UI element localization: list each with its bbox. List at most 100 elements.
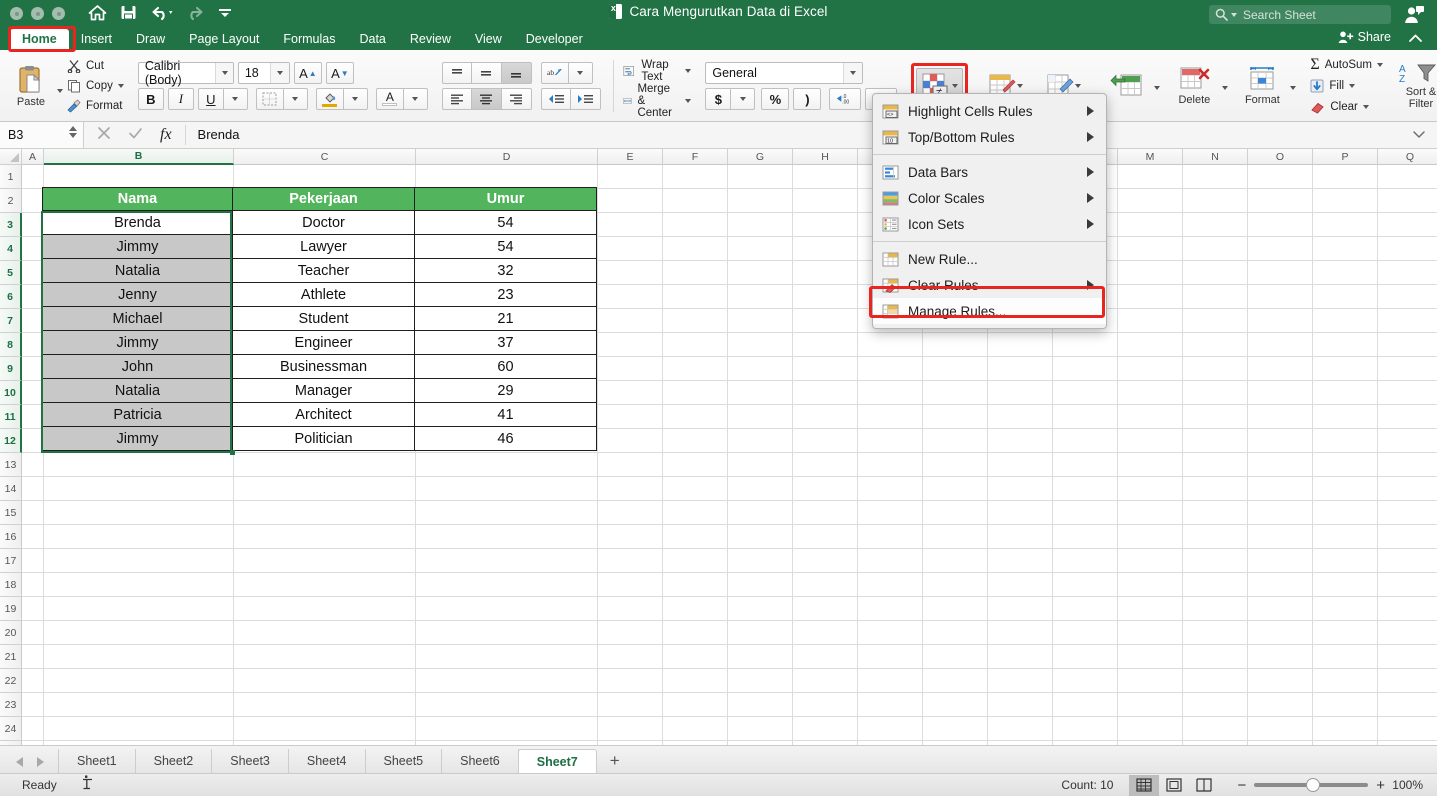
row-header-12[interactable]: 12 bbox=[0, 429, 22, 453]
increase-font-size-button[interactable]: A ▲ bbox=[293, 62, 322, 84]
orientation-dropdown-icon[interactable] bbox=[568, 62, 593, 84]
zoom-control[interactable]: − + bbox=[1219, 777, 1385, 794]
fill-dropdown-icon[interactable] bbox=[1349, 84, 1356, 88]
table-row[interactable]: Jimmy Politician 46 bbox=[42, 426, 597, 451]
delete-cells-button[interactable]: Delete bbox=[1168, 66, 1220, 106]
select-all-corner[interactable] bbox=[0, 149, 22, 165]
row-header-22[interactable]: 22 bbox=[0, 669, 22, 693]
insert-function-icon[interactable]: fx bbox=[160, 126, 172, 144]
row-header-24[interactable]: 24 bbox=[0, 717, 22, 741]
increase-indent-button[interactable] bbox=[570, 88, 601, 110]
row-header-18[interactable]: 18 bbox=[0, 573, 22, 597]
row-header-15[interactable]: 15 bbox=[0, 501, 22, 525]
merge-center-dropdown-icon[interactable] bbox=[685, 99, 692, 103]
column-header-P[interactable]: P bbox=[1313, 149, 1378, 165]
bold-button[interactable]: B bbox=[137, 88, 164, 110]
tab-view[interactable]: View bbox=[463, 29, 514, 49]
table-cell-umur[interactable]: 29 bbox=[414, 378, 597, 403]
table-cell-pekerjaan[interactable]: Manager bbox=[232, 378, 415, 403]
table-cell-pekerjaan[interactable]: Doctor bbox=[232, 210, 415, 235]
autosum-dropdown-icon[interactable] bbox=[1377, 63, 1383, 67]
decrease-font-size-button[interactable]: A ▼ bbox=[325, 62, 354, 84]
row-header-11[interactable]: 11 bbox=[0, 405, 22, 429]
table-cell-umur[interactable]: 46 bbox=[414, 426, 597, 451]
column-header-E[interactable]: E bbox=[598, 149, 663, 165]
tab-draw[interactable]: Draw bbox=[124, 29, 177, 49]
row-header-17[interactable]: 17 bbox=[0, 549, 22, 573]
table-cell-pekerjaan[interactable]: Teacher bbox=[232, 258, 415, 283]
tab-developer[interactable]: Developer bbox=[514, 29, 595, 49]
page-layout-view-button[interactable] bbox=[1159, 775, 1189, 796]
sheet-tab-sheet4[interactable]: Sheet4 bbox=[287, 749, 366, 773]
row-header-1[interactable]: 1 bbox=[0, 165, 22, 189]
table-cell-nama[interactable]: Michael bbox=[42, 306, 233, 331]
align-left-button[interactable] bbox=[441, 88, 472, 110]
table-cell-umur[interactable]: 54 bbox=[414, 210, 597, 235]
wrap-text-button[interactable]: Wrap Text bbox=[623, 59, 692, 83]
menu-item-new-rule[interactable]: New Rule... bbox=[873, 246, 1106, 272]
table-cell-umur[interactable]: 60 bbox=[414, 354, 597, 379]
table-header-cell[interactable]: Nama bbox=[42, 187, 233, 211]
tab-insert[interactable]: Insert bbox=[69, 29, 124, 49]
italic-button[interactable]: I bbox=[167, 88, 194, 110]
clear-dropdown-icon[interactable] bbox=[1362, 105, 1369, 109]
table-row[interactable]: Jimmy Lawyer 54 bbox=[42, 234, 597, 259]
table-row[interactable]: Michael Student 21 bbox=[42, 306, 597, 331]
row-header-13[interactable]: 13 bbox=[0, 453, 22, 477]
table-cell-pekerjaan[interactable]: Athlete bbox=[232, 282, 415, 307]
paste-button[interactable]: Paste bbox=[7, 65, 55, 108]
tab-formulas[interactable]: Formulas bbox=[271, 29, 347, 49]
sheet-tab-sheet2[interactable]: Sheet2 bbox=[134, 749, 213, 773]
data-table[interactable]: Nama Pekerjaan Umur Brenda Doctor 54 Jimmy Lawy… bbox=[42, 187, 597, 451]
row-header-6[interactable]: 6 bbox=[0, 285, 22, 309]
format-dropdown-icon[interactable] bbox=[1290, 86, 1297, 90]
column-header-D[interactable]: D bbox=[416, 149, 598, 165]
borders-dropdown-icon[interactable] bbox=[283, 88, 308, 110]
menu-item-data-bars[interactable]: Data Bars bbox=[873, 159, 1106, 185]
name-box[interactable]: B3 bbox=[0, 122, 84, 148]
format-painter-button[interactable]: Format bbox=[67, 98, 124, 115]
table-row[interactable]: Natalia Teacher 32 bbox=[42, 258, 597, 283]
table-cell-umur[interactable]: 32 bbox=[414, 258, 597, 283]
conditional-formatting-dropdown-icon[interactable] bbox=[952, 84, 959, 88]
table-cell-nama[interactable]: Jimmy bbox=[42, 234, 233, 259]
align-top-button[interactable] bbox=[441, 62, 472, 84]
row-header-23[interactable]: 23 bbox=[0, 693, 22, 717]
table-cell-umur[interactable]: 54 bbox=[414, 234, 597, 259]
font-name-input[interactable]: Calibri (Body) bbox=[137, 59, 234, 87]
decrease-indent-button[interactable] bbox=[540, 88, 571, 110]
sort-filter-button[interactable]: AZ Sort & Filter bbox=[1393, 62, 1437, 110]
sheet-nav-arrows[interactable] bbox=[0, 757, 58, 773]
row-header-3[interactable]: 3 bbox=[0, 213, 22, 237]
tab-data[interactable]: Data bbox=[347, 29, 397, 49]
column-header-G[interactable]: G bbox=[728, 149, 793, 165]
table-cell-pekerjaan[interactable]: Businessman bbox=[232, 354, 415, 379]
sheet-tab-sheet1[interactable]: Sheet1 bbox=[58, 749, 136, 773]
column-header-B[interactable]: B bbox=[44, 149, 234, 165]
table-cell-umur[interactable]: 21 bbox=[414, 306, 597, 331]
table-cell-pekerjaan[interactable]: Student bbox=[232, 306, 415, 331]
table-cell-umur[interactable]: 23 bbox=[414, 282, 597, 307]
row-header-7[interactable]: 7 bbox=[0, 309, 22, 333]
menu-item-icon-sets[interactable]: Icon Sets bbox=[873, 211, 1106, 237]
zoom-out-button[interactable]: − bbox=[1237, 777, 1246, 794]
table-cell-pekerjaan[interactable]: Lawyer bbox=[232, 234, 415, 259]
fill-color-button[interactable] bbox=[315, 88, 344, 110]
row-header-19[interactable]: 19 bbox=[0, 597, 22, 621]
table-row[interactable]: Jenny Athlete 23 bbox=[42, 282, 597, 307]
previous-sheet-icon[interactable] bbox=[16, 757, 23, 767]
number-format-dropdown-icon[interactable] bbox=[843, 63, 863, 83]
column-header-C[interactable]: C bbox=[234, 149, 416, 165]
merge-center-button[interactable]: Merge & Center bbox=[623, 83, 692, 119]
table-row[interactable]: Jimmy Engineer 37 bbox=[42, 330, 597, 355]
table-cell-nama[interactable]: John bbox=[42, 354, 233, 379]
column-header-A[interactable]: A bbox=[22, 149, 44, 165]
table-cell-umur[interactable]: 41 bbox=[414, 402, 597, 427]
column-header-O[interactable]: O bbox=[1248, 149, 1313, 165]
delete-dropdown-icon[interactable] bbox=[1222, 86, 1229, 90]
table-cell-pekerjaan[interactable]: Architect bbox=[232, 402, 415, 427]
fill-handle[interactable] bbox=[230, 450, 235, 455]
sheet-tab-sheet7[interactable]: Sheet7 bbox=[517, 749, 597, 773]
page-break-preview-button[interactable] bbox=[1189, 775, 1219, 796]
insert-cells-button[interactable] bbox=[1100, 73, 1152, 99]
